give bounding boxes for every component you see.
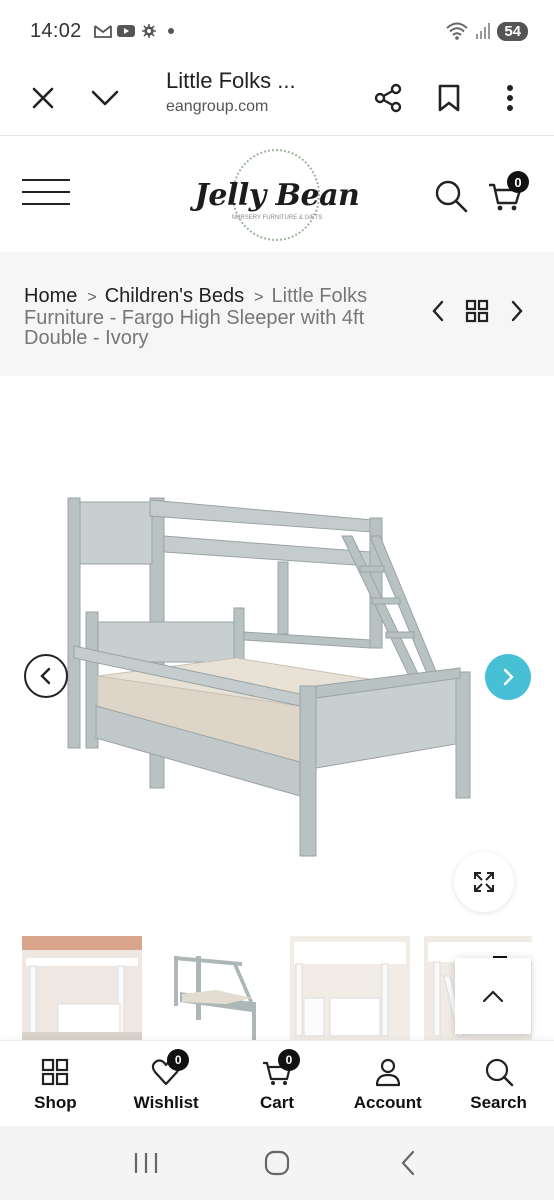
settings-gear-icon [141, 24, 156, 38]
wifi-icon [446, 22, 468, 40]
system-status-icons: 54 [445, 21, 528, 41]
share-button[interactable] [366, 76, 410, 120]
browser-toolbar: Little Folks ... eangroup.com [0, 62, 554, 136]
minimize-tab-button[interactable] [83, 76, 127, 120]
nav-shop[interactable]: Shop [0, 1041, 111, 1126]
status-bar: 14:02 54 [0, 0, 554, 62]
site-logo[interactable]: Jelly Bean NURSERY FURNITURE & GIFTS [192, 145, 362, 245]
breadcrumb-band: Home > Children's Beds > Little Folks Furnit… [0, 252, 554, 376]
user-icon [375, 1058, 400, 1087]
page-url: eangroup.com [166, 98, 269, 115]
system-navigation [0, 1126, 554, 1200]
menu-line [22, 179, 70, 181]
thumbnail[interactable] [290, 936, 410, 1040]
home-icon [264, 1150, 290, 1176]
page-title: Little Folks ... [166, 68, 296, 93]
zoom-image-button[interactable] [454, 852, 514, 912]
search-icon [485, 1058, 513, 1087]
recent-apps-button[interactable] [126, 1143, 166, 1183]
more-notifications-dot [167, 28, 174, 34]
menu-line [22, 191, 70, 193]
thumbnail[interactable] [156, 936, 276, 1040]
product-grid-button[interactable] [463, 297, 491, 325]
scroll-to-top-button[interactable] [455, 958, 531, 1034]
recent-apps-icon [134, 1153, 157, 1173]
chevron-right-icon [511, 300, 523, 322]
grid-icon [42, 1058, 69, 1086]
back-button[interactable] [388, 1143, 428, 1183]
wishlist-count-badge: 0 [167, 1049, 190, 1071]
nav-label: Shop [34, 1093, 77, 1112]
product-image[interactable] [0, 376, 554, 932]
menu-line [22, 203, 70, 205]
youtube-icon [116, 25, 135, 37]
chevron-right-icon [503, 668, 514, 686]
nav-label: Wishlist [133, 1093, 199, 1112]
bottom-navigation: Shop 0 Wishlist 0 Cart Account Search [0, 1040, 554, 1126]
notification-icons [93, 24, 158, 38]
more-vertical-icon [507, 85, 513, 111]
status-time: 14:02 [30, 19, 82, 42]
header-cart-button[interactable]: 0 [487, 171, 529, 213]
breadcrumb-home[interactable]: Home [24, 285, 77, 307]
home-button[interactable] [257, 1143, 297, 1183]
signal-icon [476, 23, 491, 39]
gmail-icon [93, 25, 112, 38]
thumbnail-image [290, 936, 410, 1040]
close-tab-button[interactable] [21, 76, 65, 120]
chevron-left-icon [40, 667, 51, 685]
bookmark-button[interactable] [427, 76, 471, 120]
close-icon [32, 87, 54, 109]
nav-wishlist[interactable]: 0 Wishlist [111, 1041, 222, 1126]
gallery-previous-button[interactable] [24, 654, 68, 698]
expand-icon [474, 872, 494, 892]
battery-indicator: 54 [497, 21, 528, 41]
breadcrumb: Home > Children's Beds > Little Folks Furnit… [24, 286, 404, 348]
share-icon [374, 83, 402, 113]
search-icon [435, 180, 468, 213]
header-search-button[interactable] [434, 179, 468, 213]
menu-button[interactable] [22, 179, 70, 209]
chevron-left-icon [432, 300, 444, 322]
nav-cart[interactable]: 0 Cart [222, 1041, 333, 1126]
wishlist-icon-wrap: 0 [151, 1049, 190, 1087]
thumbnail-image [156, 936, 276, 1040]
breadcrumb-separator: > [87, 289, 97, 306]
chevron-up-icon [482, 990, 504, 1003]
nav-search[interactable]: Search [443, 1041, 554, 1126]
nav-label: Account [353, 1093, 422, 1112]
thumbnail-image [22, 936, 142, 1040]
page-title-block[interactable]: Little Folks ... eangroup.com [166, 68, 346, 116]
product-gallery [0, 376, 554, 932]
cart-icon-wrap: 0 [262, 1049, 300, 1087]
bookmark-icon [438, 84, 460, 112]
chevron-down-icon [91, 90, 119, 106]
cart-count-badge: 0 [277, 1049, 300, 1071]
nav-account[interactable]: Account [332, 1041, 443, 1126]
more-options-button[interactable] [488, 76, 532, 120]
logo-text: Jelly Bean [194, 177, 360, 213]
gallery-next-button[interactable] [485, 654, 531, 700]
back-icon [401, 1150, 415, 1176]
site-header: Jelly Bean NURSERY FURNITURE & GIFTS 0 [0, 137, 554, 251]
logo-subtext: NURSERY FURNITURE & GIFTS [231, 215, 323, 221]
nav-label: Search [470, 1093, 527, 1112]
breadcrumb-category[interactable]: Children's Beds [105, 285, 244, 307]
breadcrumb-separator: > [254, 289, 264, 306]
cart-count-badge: 0 [507, 171, 529, 193]
grid-icon [465, 299, 489, 323]
nav-label: Cart [259, 1093, 294, 1112]
next-product-button[interactable] [503, 297, 531, 325]
previous-product-button[interactable] [424, 297, 452, 325]
thumbnail[interactable] [22, 936, 142, 1040]
